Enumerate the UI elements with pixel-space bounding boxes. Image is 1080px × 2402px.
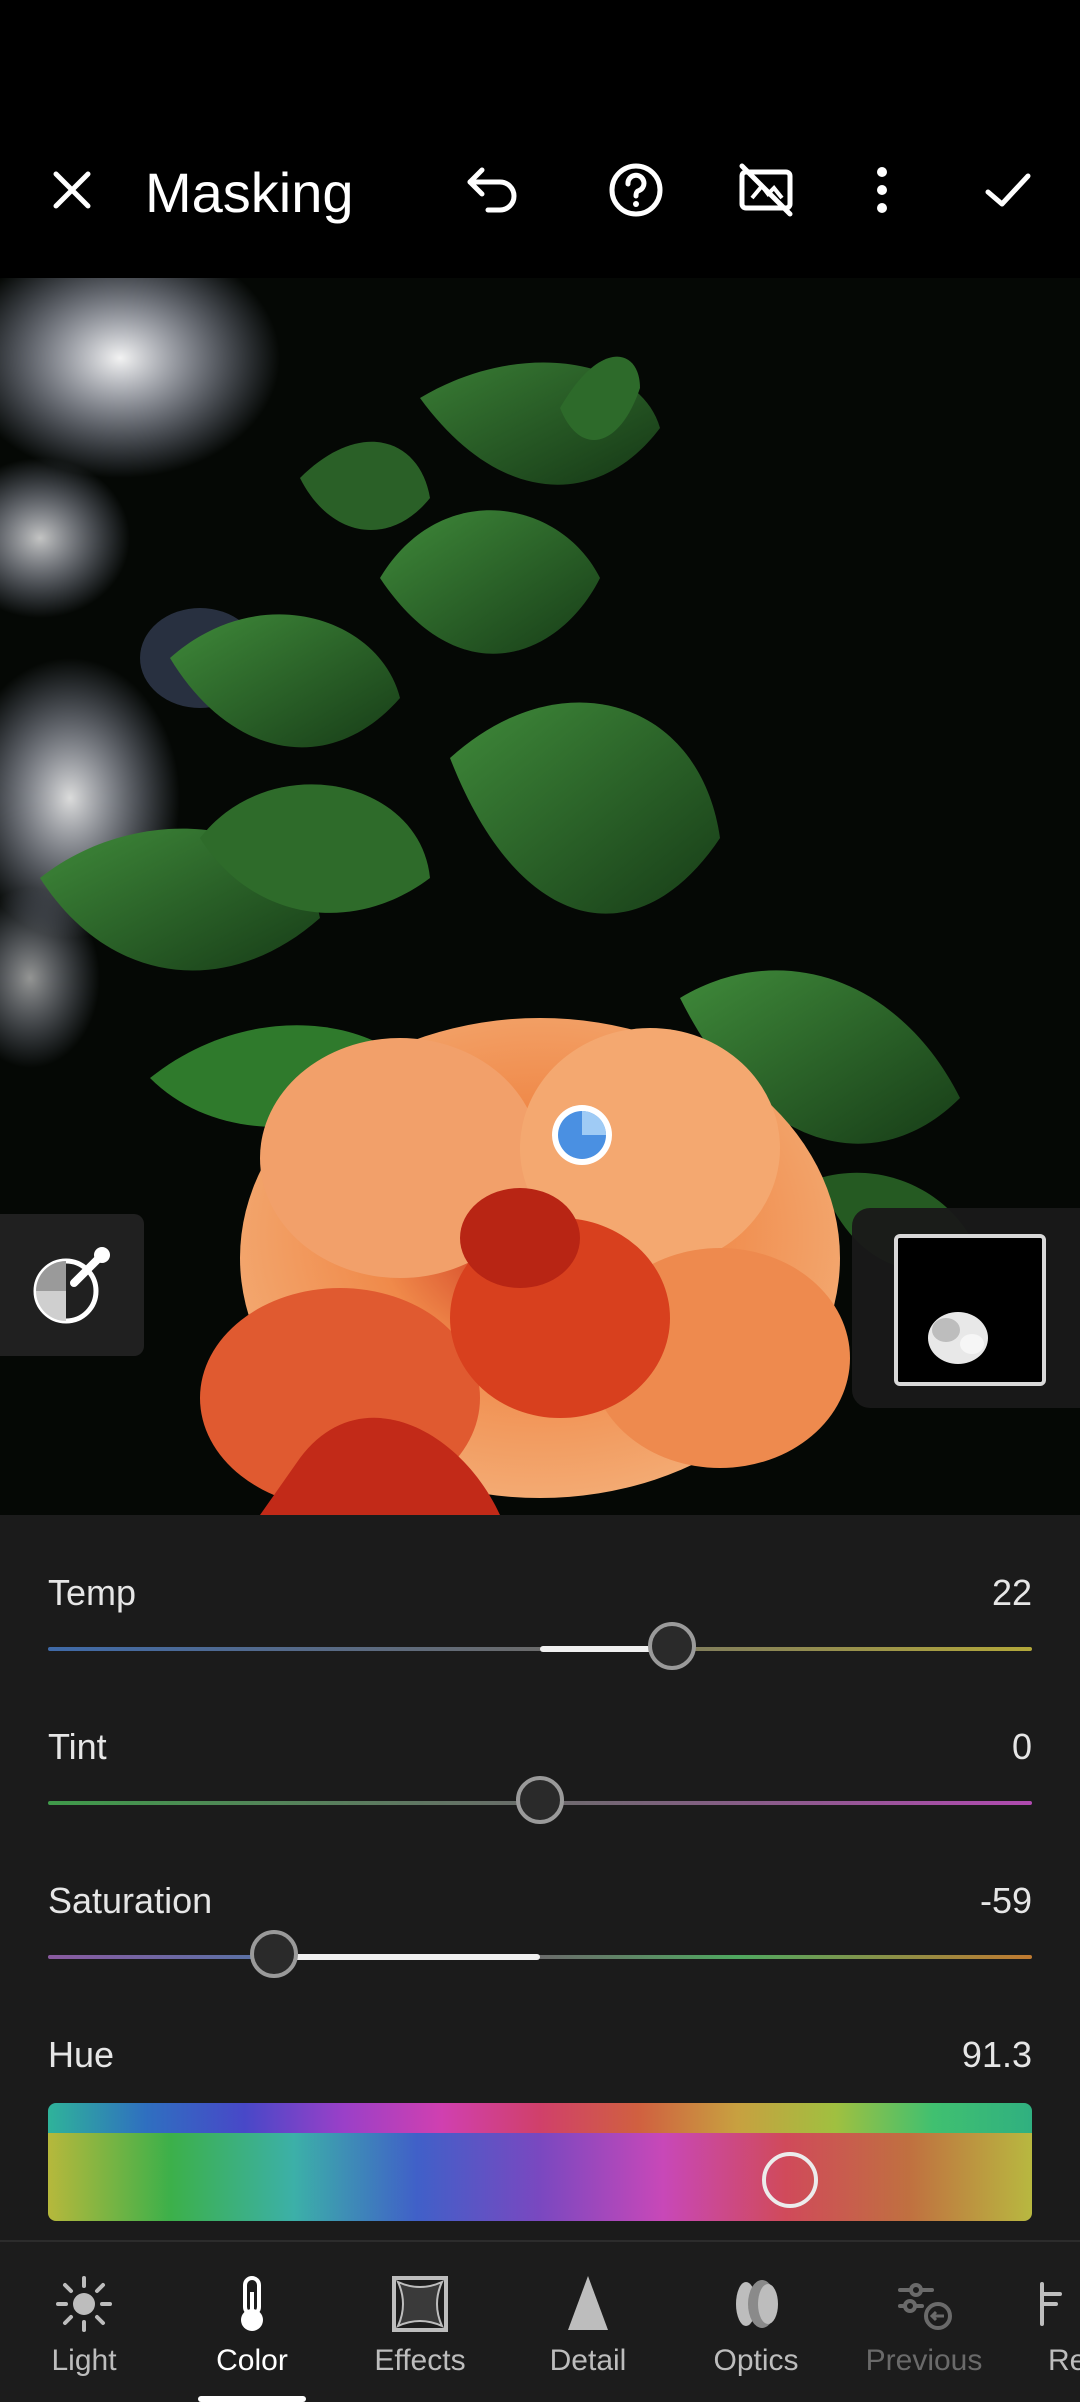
tool-detail-label: Detail bbox=[549, 2344, 627, 2377]
tool-light[interactable]: Light bbox=[0, 2242, 168, 2402]
sliders-back-icon bbox=[898, 2283, 952, 2330]
hue-value[interactable]: 91.3 bbox=[962, 2034, 1032, 2076]
page-title: Masking bbox=[145, 161, 354, 224]
tool-reset-label: Re bbox=[1048, 2344, 1080, 2377]
hue-slider-knob[interactable] bbox=[762, 2152, 818, 2208]
vignette-icon bbox=[392, 2276, 448, 2332]
top-bar: Masking bbox=[0, 0, 1080, 278]
undo-icon[interactable] bbox=[452, 150, 532, 230]
tint-label: Tint bbox=[48, 1726, 107, 1767]
sun-icon bbox=[56, 2276, 112, 2332]
hue-slider-track[interactable] bbox=[48, 2133, 1032, 2221]
confirm-check-icon[interactable] bbox=[968, 150, 1048, 230]
color-picker-button[interactable] bbox=[0, 1214, 144, 1356]
hibiscus-flower bbox=[200, 1018, 850, 1515]
reset-icon bbox=[1040, 2282, 1062, 2326]
tool-effects[interactable]: Effects bbox=[336, 2242, 504, 2402]
saturation-track[interactable] bbox=[48, 1955, 1032, 1959]
tool-effects-label: Effects bbox=[374, 2344, 466, 2377]
triangle-icon bbox=[568, 2276, 608, 2330]
tool-light-label: Light bbox=[51, 2344, 117, 2377]
tool-previous-label: Previous bbox=[865, 2344, 983, 2377]
bottom-toolbar: Light Color Effects Detail Optics Previo… bbox=[0, 2240, 1080, 2402]
tool-color[interactable]: Color bbox=[168, 2242, 336, 2402]
tool-color-label: Color bbox=[216, 2344, 288, 2377]
saturation-value[interactable]: -59 bbox=[980, 1880, 1032, 1922]
tint-value[interactable]: 0 bbox=[1012, 1726, 1032, 1768]
help-icon[interactable] bbox=[596, 150, 676, 230]
hide-mask-overlay-icon[interactable] bbox=[726, 150, 806, 230]
saturation-label: Saturation bbox=[48, 1880, 213, 1921]
more-options-icon[interactable] bbox=[842, 150, 922, 230]
mask-pin[interactable] bbox=[552, 1105, 612, 1165]
thermometer-icon bbox=[241, 2276, 263, 2331]
saturation-slider-knob[interactable] bbox=[250, 1930, 298, 1978]
mask-thumbnail-panel[interactable] bbox=[852, 1208, 1080, 1408]
lens-icon bbox=[736, 2280, 778, 2328]
tool-reset[interactable]: Re bbox=[1008, 2242, 1080, 2402]
mask-thumbnail[interactable] bbox=[894, 1234, 1046, 1386]
tint-slider-knob[interactable] bbox=[516, 1776, 564, 1824]
temp-fill bbox=[540, 1646, 660, 1652]
temp-label: Temp bbox=[48, 1572, 137, 1613]
tool-detail[interactable]: Detail bbox=[504, 2242, 672, 2402]
hue-label: Hue bbox=[48, 2034, 115, 2075]
temp-value[interactable]: 22 bbox=[992, 1572, 1032, 1614]
saturation-fill bbox=[270, 1954, 540, 1960]
tool-optics-label: Optics bbox=[713, 2344, 799, 2377]
temp-slider-knob[interactable] bbox=[648, 1622, 696, 1670]
hue-reference-strip bbox=[48, 2103, 1032, 2133]
active-tab-indicator bbox=[198, 2396, 306, 2402]
close-icon[interactable] bbox=[32, 150, 112, 230]
tool-previous[interactable]: Previous bbox=[840, 2242, 1008, 2402]
eyedropper-icon bbox=[33, 1247, 110, 1324]
tool-optics[interactable]: Optics bbox=[672, 2242, 840, 2402]
